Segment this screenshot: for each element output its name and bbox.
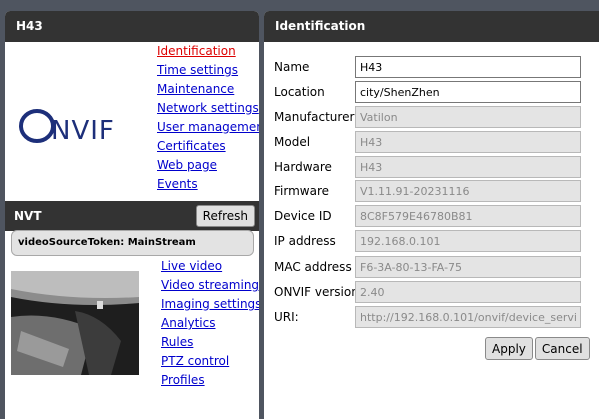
nav-web-page[interactable]: Web page (157, 156, 259, 175)
ip-address-label: IP address (274, 234, 336, 248)
apply-button[interactable]: Apply (485, 337, 533, 360)
nav-user-management[interactable]: User management (157, 118, 259, 137)
uri-label: URI: (274, 310, 299, 324)
manufacturer-label: Manufacturer (274, 110, 355, 124)
uri-field (355, 306, 581, 328)
link-imaging-settings[interactable]: Imaging settings (161, 295, 259, 314)
model-field (355, 131, 581, 153)
nvt-links: Live video Video streaming Imaging setti… (161, 257, 259, 390)
firmware-label: Firmware (274, 184, 329, 198)
form-actions: Apply Cancel (483, 337, 590, 360)
onvif-logo: NVIF (19, 109, 115, 144)
device-id-label: Device ID (274, 209, 332, 223)
nav-identification[interactable]: Identification (157, 42, 259, 61)
link-analytics[interactable]: Analytics (161, 314, 259, 333)
video-thumbnail[interactable] (11, 271, 139, 375)
name-field[interactable] (355, 56, 581, 78)
identification-panel: Identification Name Location Manufacture… (264, 11, 599, 419)
nvt-header: NVT Refresh (5, 201, 259, 231)
mac-address-field (355, 256, 581, 278)
location-field[interactable] (355, 81, 581, 103)
nav-maintenance[interactable]: Maintenance (157, 80, 259, 99)
onvif-version-label: ONVIF version (274, 285, 359, 299)
manufacturer-field (355, 106, 581, 128)
link-rules[interactable]: Rules (161, 333, 259, 352)
location-label: Location (274, 85, 325, 99)
identification-title: Identification (264, 11, 599, 42)
ip-address-field (355, 230, 581, 252)
device-panel: H43 NVIF Identification Time settings Ma… (5, 11, 259, 419)
link-ptz-control[interactable]: PTZ control (161, 352, 259, 371)
firmware-field (355, 180, 581, 202)
model-label: Model (274, 135, 311, 149)
nvt-title: NVT (14, 209, 42, 223)
nav-network-settings[interactable]: Network settings (157, 99, 259, 118)
name-label: Name (274, 60, 310, 74)
device-nav: Identification Time settings Maintenance… (157, 42, 259, 194)
nav-events[interactable]: Events (157, 175, 259, 194)
nav-time-settings[interactable]: Time settings (157, 61, 259, 80)
stream-token: videoSourceToken: MainStream (11, 230, 254, 256)
mac-address-label: MAC address (274, 260, 352, 274)
device-id-field (355, 205, 581, 227)
link-profiles[interactable]: Profiles (161, 371, 259, 390)
nav-certificates[interactable]: Certificates (157, 137, 259, 156)
link-live-video[interactable]: Live video (161, 257, 259, 276)
refresh-button[interactable]: Refresh (195, 205, 255, 227)
onvif-version-field (355, 281, 581, 303)
cancel-button[interactable]: Cancel (534, 337, 590, 360)
hardware-field (355, 156, 581, 178)
device-title: H43 (5, 11, 259, 42)
link-video-streaming[interactable]: Video streaming (161, 276, 259, 295)
onvif-logo-text: NVIF (51, 116, 115, 144)
hardware-label: Hardware (274, 160, 332, 174)
